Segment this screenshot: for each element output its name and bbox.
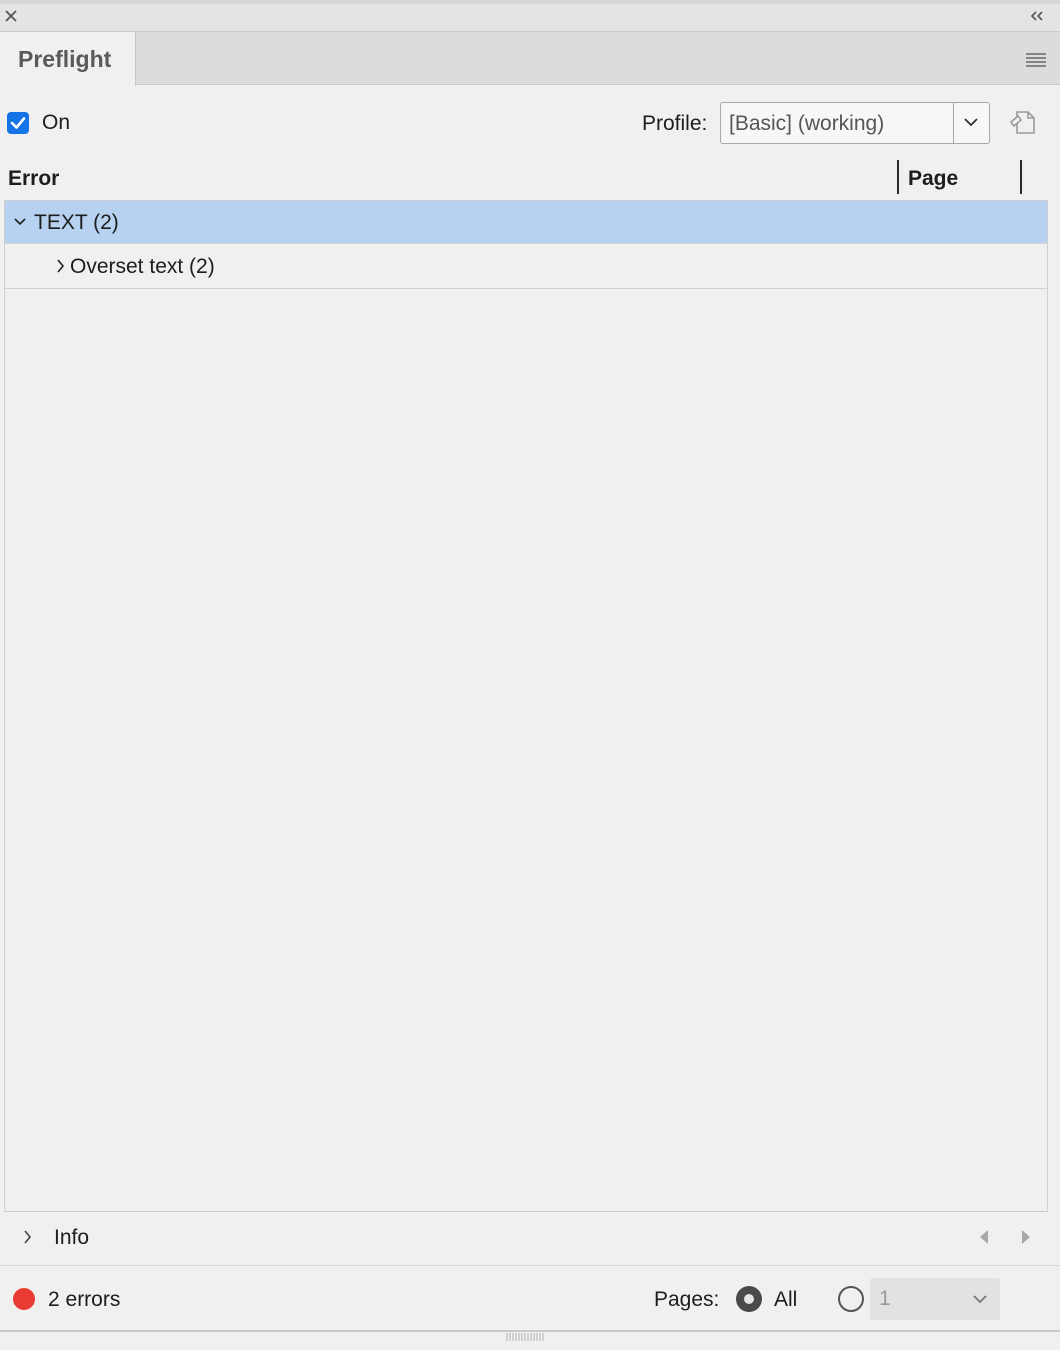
on-checkbox[interactable] (7, 112, 29, 134)
panel-menu-icon[interactable] (1026, 53, 1046, 67)
info-label[interactable]: Info (54, 1226, 89, 1250)
column-divider[interactable] (897, 160, 899, 194)
tab-preflight[interactable]: Preflight (0, 32, 136, 86)
pages-label: Pages: (654, 1288, 720, 1311)
chevron-right-icon[interactable] (55, 258, 65, 274)
status-bar: 2 errors Pages: All 1 (0, 1266, 1060, 1332)
pages-range-radio[interactable] (838, 1286, 864, 1312)
panel-tab-bar: Preflight (0, 32, 1060, 86)
column-header-page[interactable]: Page (908, 167, 958, 191)
column-header-error[interactable]: Error (8, 167, 59, 191)
chevron-down-icon[interactable] (963, 116, 979, 128)
chevron-down-icon[interactable] (13, 216, 27, 228)
on-label: On (42, 111, 71, 134)
tab-label: Preflight (18, 45, 112, 72)
profile-label: Profile: (642, 112, 708, 135)
select-divider (953, 103, 954, 143)
profile-select-value: [Basic] (working) (729, 112, 885, 135)
close-icon[interactable] (3, 8, 19, 24)
prev-arrow-icon[interactable] (978, 1228, 990, 1246)
pages-all-label: All (774, 1288, 798, 1311)
tree-row-text[interactable]: TEXT (2) (5, 201, 1047, 244)
page-range-value: 1 (879, 1287, 891, 1310)
error-table-header: Error Page (0, 158, 1060, 200)
next-arrow-icon[interactable] (1020, 1228, 1032, 1246)
pages-all-radio[interactable] (736, 1286, 762, 1312)
tree-row-overset-text[interactable]: Overset text (2) (5, 244, 1047, 289)
info-section: Info (0, 1212, 1060, 1266)
grip-icon[interactable] (505, 1333, 545, 1341)
chevron-down-icon[interactable] (972, 1293, 988, 1305)
page-range-select[interactable]: 1 (870, 1278, 1000, 1320)
tree-row-label: Overset text (2) (70, 255, 215, 278)
chevron-right-icon[interactable] (22, 1228, 32, 1246)
column-divider[interactable] (1020, 160, 1022, 194)
profile-select[interactable]: [Basic] (working) (720, 102, 990, 144)
tree-row-label: TEXT (2) (34, 211, 119, 234)
error-dot-icon (13, 1288, 35, 1310)
checkmark-icon (10, 117, 26, 129)
preflight-controls: On Profile: [Basic] (working) (0, 86, 1060, 158)
error-tree[interactable]: TEXT (2) Overset text (2) (4, 200, 1048, 1212)
panel-titlebar (0, 0, 1060, 32)
collapse-icon[interactable] (1028, 9, 1046, 23)
error-count[interactable]: 2 errors (48, 1288, 120, 1312)
document-icon[interactable] (1008, 106, 1040, 138)
